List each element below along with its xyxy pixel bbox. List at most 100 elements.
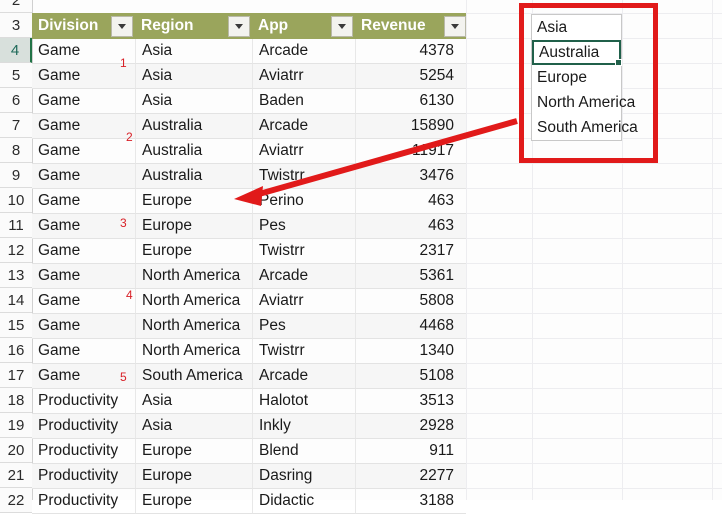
row-header-13[interactable]: 13 bbox=[0, 263, 32, 288]
row-header-20[interactable]: 20 bbox=[0, 438, 32, 463]
cell-region[interactable]: Europe bbox=[135, 239, 252, 264]
cell-region[interactable]: Asia bbox=[135, 39, 252, 64]
cell-app[interactable]: Perino bbox=[252, 189, 355, 214]
region-list-item-asia[interactable]: Asia bbox=[532, 15, 621, 40]
cell-app[interactable]: Dasring bbox=[252, 464, 355, 489]
table-row[interactable]: Game Asia Arcade 4378 bbox=[32, 39, 466, 64]
cell-revenue[interactable]: 6130 bbox=[355, 89, 466, 114]
cell-app[interactable]: Halotot bbox=[252, 389, 355, 414]
cell-division[interactable]: Game bbox=[32, 189, 135, 214]
cell-revenue[interactable]: 5108 bbox=[355, 364, 466, 389]
cell-region[interactable]: Europe bbox=[135, 439, 252, 464]
row-header-8[interactable]: 8 bbox=[0, 138, 32, 163]
row-header-17[interactable]: 17 bbox=[0, 363, 32, 388]
cell-division[interactable]: Game bbox=[32, 139, 135, 164]
cell-app[interactable]: Arcade bbox=[252, 264, 355, 289]
cell-revenue[interactable]: 3188 bbox=[355, 489, 466, 514]
region-dropdown-list[interactable]: Asia Australia Europe North America South Am… bbox=[531, 14, 638, 141]
row-header-4[interactable]: 4 bbox=[0, 38, 32, 63]
region-list-item-south-america[interactable]: South America bbox=[532, 115, 638, 140]
row-header-18[interactable]: 18 bbox=[0, 388, 32, 413]
table-row[interactable]: Game North America Pes 4468 bbox=[32, 314, 466, 339]
cell-division[interactable]: Game bbox=[32, 164, 135, 189]
cell-region[interactable]: South America bbox=[135, 364, 252, 389]
cell-revenue[interactable]: 3476 bbox=[355, 164, 466, 189]
table-row[interactable]: Productivity Europe Blend 911 bbox=[32, 439, 466, 464]
table-row[interactable]: Game Asia Aviatrr 5254 bbox=[32, 64, 466, 89]
row-header-10[interactable]: 10 bbox=[0, 188, 32, 213]
cell-division[interactable]: Productivity bbox=[32, 439, 135, 464]
cell-app[interactable]: Arcade bbox=[252, 39, 355, 64]
cell-division[interactable]: Game bbox=[32, 289, 135, 314]
table-row[interactable]: Game North America Aviatrr 5808 bbox=[32, 289, 466, 314]
cell-division[interactable]: Game bbox=[32, 314, 135, 339]
cell-revenue[interactable]: 5361 bbox=[355, 264, 466, 289]
row-header-19[interactable]: 19 bbox=[0, 413, 32, 438]
cell-region[interactable]: Asia bbox=[135, 64, 252, 89]
table-row[interactable]: Game Asia Baden 6130 bbox=[32, 89, 466, 114]
table-row[interactable]: Game Europe Perino 463 bbox=[32, 189, 466, 214]
cell-revenue[interactable]: 911 bbox=[355, 439, 466, 464]
table-row[interactable]: Game Australia Arcade 15890 bbox=[32, 114, 466, 139]
cell-region[interactable]: Europe bbox=[135, 189, 252, 214]
filter-button-region[interactable] bbox=[228, 16, 250, 37]
table-row[interactable]: Productivity Asia Inkly 2928 bbox=[32, 414, 466, 439]
cell-revenue[interactable]: 1340 bbox=[355, 339, 466, 364]
cell-revenue[interactable]: 2277 bbox=[355, 464, 466, 489]
cell-revenue[interactable]: 4468 bbox=[355, 314, 466, 339]
cell-app[interactable]: Pes bbox=[252, 214, 355, 239]
cell-division[interactable]: Productivity bbox=[32, 389, 135, 414]
row-header-16[interactable]: 16 bbox=[0, 338, 32, 363]
cell-division[interactable]: Productivity bbox=[32, 489, 135, 514]
cell-division[interactable]: Game bbox=[32, 89, 135, 114]
row-header-22[interactable]: 22 bbox=[0, 488, 32, 513]
row-header-2[interactable]: 2 bbox=[0, 0, 32, 13]
table-row[interactable]: Game North America Twistrr 1340 bbox=[32, 339, 466, 364]
cell-region[interactable]: Asia bbox=[135, 414, 252, 439]
cell-app[interactable]: Arcade bbox=[252, 364, 355, 389]
cell-region[interactable]: North America bbox=[135, 289, 252, 314]
filter-button-revenue[interactable] bbox=[444, 16, 466, 37]
cell-revenue[interactable]: 5254 bbox=[355, 64, 466, 89]
table-row[interactable]: Game Australia Aviatrr 11917 bbox=[32, 139, 466, 164]
row-header-11[interactable]: 11 bbox=[0, 213, 32, 238]
region-list-item-australia[interactable]: Australia bbox=[532, 40, 622, 66]
cell-app[interactable]: Aviatrr bbox=[252, 64, 355, 89]
filter-button-app[interactable] bbox=[331, 16, 353, 37]
cell-app[interactable]: Arcade bbox=[252, 114, 355, 139]
cell-revenue[interactable]: 3513 bbox=[355, 389, 466, 414]
cell-region[interactable]: Australia bbox=[135, 139, 252, 164]
row-header-5[interactable]: 5 bbox=[0, 63, 32, 88]
region-list-item-europe[interactable]: Europe bbox=[532, 65, 621, 90]
cell-app[interactable]: Aviatrr bbox=[252, 289, 355, 314]
row-header-7[interactable]: 7 bbox=[0, 113, 32, 138]
table-row[interactable]: Game Europe Pes 463 bbox=[32, 214, 466, 239]
cell-region[interactable]: Australia bbox=[135, 164, 252, 189]
cell-app[interactable]: Pes bbox=[252, 314, 355, 339]
cell-revenue[interactable]: 15890 bbox=[355, 114, 466, 139]
cell-app[interactable]: Inkly bbox=[252, 414, 355, 439]
filter-button-division[interactable] bbox=[111, 16, 133, 37]
table-row[interactable]: Game Europe Twistrr 2317 bbox=[32, 239, 466, 264]
row-header-21[interactable]: 21 bbox=[0, 463, 32, 488]
cell-region[interactable]: Europe bbox=[135, 214, 252, 239]
cell-app[interactable]: Didactic bbox=[252, 489, 355, 514]
cell-region[interactable]: Asia bbox=[135, 89, 252, 114]
row-header-14[interactable]: 14 bbox=[0, 288, 32, 313]
cell-region[interactable]: Europe bbox=[135, 464, 252, 489]
cell-revenue[interactable]: 2928 bbox=[355, 414, 466, 439]
cell-division[interactable]: Game bbox=[32, 339, 135, 364]
table-row[interactable]: Game South America Arcade 5108 bbox=[32, 364, 466, 389]
table-row[interactable]: Productivity Asia Halotot 3513 bbox=[32, 389, 466, 414]
table-row[interactable]: Game Australia Twistrr 3476 bbox=[32, 164, 466, 189]
row-header-15[interactable]: 15 bbox=[0, 313, 32, 338]
cell-app[interactable]: Twistrr bbox=[252, 339, 355, 364]
cell-app[interactable]: Aviatrr bbox=[252, 139, 355, 164]
row-header-12[interactable]: 12 bbox=[0, 238, 32, 263]
cell-division[interactable]: Productivity bbox=[32, 414, 135, 439]
cell-revenue[interactable]: 4378 bbox=[355, 39, 466, 64]
cell-division[interactable]: Productivity bbox=[32, 464, 135, 489]
cell-app[interactable]: Blend bbox=[252, 439, 355, 464]
row-header-6[interactable]: 6 bbox=[0, 88, 32, 113]
table-row[interactable]: Productivity Europe Didactic 3188 bbox=[32, 489, 466, 514]
